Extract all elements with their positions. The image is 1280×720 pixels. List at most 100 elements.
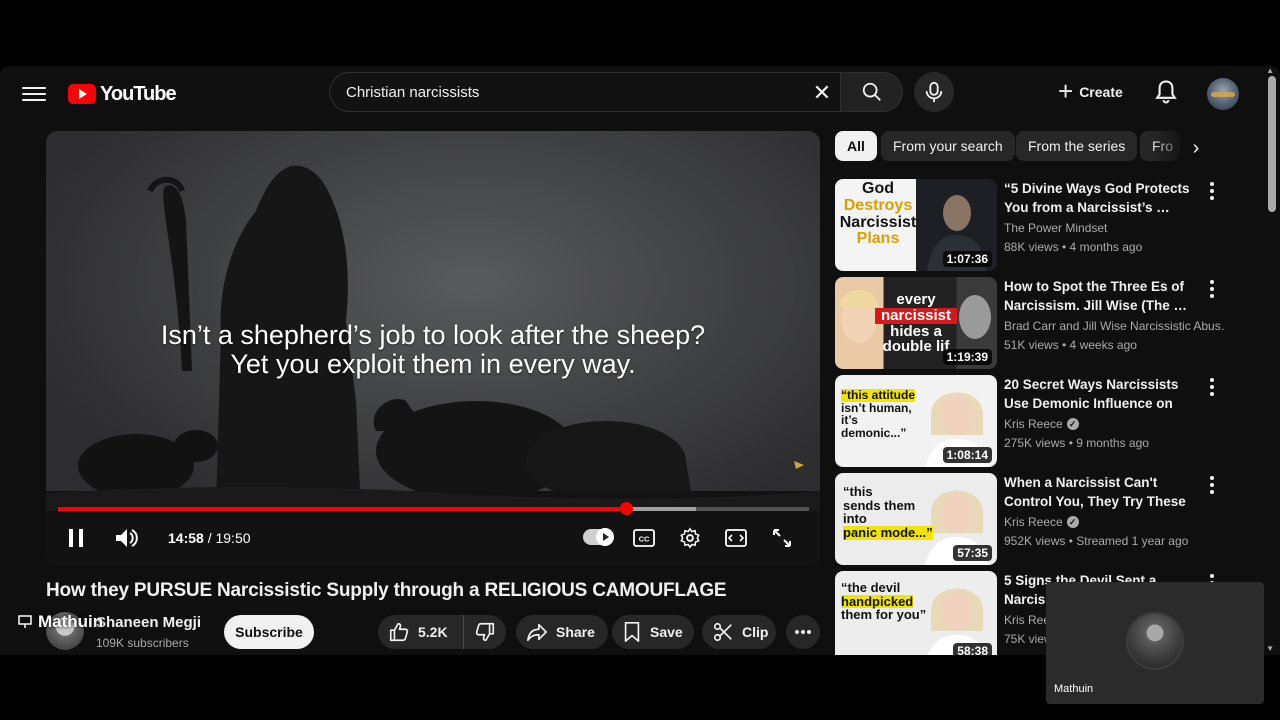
video-duration: 57:35 <box>953 545 992 561</box>
related-video[interactable]: God Destroys Narcissist Plans 1:07:36 “5… <box>835 179 1225 271</box>
clip-button[interactable]: Clip <box>702 615 776 649</box>
subtitle-line-1: Isn’t a shepherd’s job to look after the… <box>160 320 706 350</box>
autoplay-toggle[interactable] <box>583 528 614 546</box>
like-count: 5.2K <box>418 624 448 640</box>
subtitle-line-2: Yet you exploit them in every way. <box>230 349 636 379</box>
video-thumbnail[interactable]: “this sends them into panic mode...” 57:… <box>835 473 997 565</box>
thumbs-up-icon <box>389 622 409 642</box>
related-video[interactable]: “this attitude isn’t human, it’s demonic… <box>835 375 1225 467</box>
related-video[interactable]: “this sends them into panic mode...” 57:… <box>835 473 1225 565</box>
menu-icon[interactable] <box>22 83 46 103</box>
search-input[interactable] <box>346 83 806 101</box>
thumb-text: panic mode...” <box>843 524 933 540</box>
video-duration: 58:38 <box>953 643 992 655</box>
pause-button[interactable] <box>64 526 88 550</box>
related-channel[interactable]: Brad Carr and Jill Wise Narcissistic Abu… <box>1004 319 1224 333</box>
presenter-overlay: Mathuin <box>18 612 103 632</box>
video-thumbnail[interactable]: every narcissist hides a double lif 1:19… <box>835 277 997 369</box>
related-title[interactable]: 20 Secret Ways Narcissists Use Demonic I… <box>1004 375 1196 413</box>
svg-text:CC: CC <box>639 535 650 544</box>
autoplay-play-icon <box>596 528 614 546</box>
presenter-name: Mathuin <box>38 612 104 631</box>
verified-icon: ✓ <box>1066 418 1079 430</box>
related-video[interactable]: every narcissist hides a double lif 1:19… <box>835 277 1225 369</box>
account-avatar[interactable] <box>1207 78 1239 110</box>
dislike-button[interactable] <box>464 615 506 649</box>
search-button[interactable] <box>841 72 903 112</box>
webcam-avatar <box>1126 612 1184 670</box>
time-total: 19:50 <box>215 530 251 546</box>
thumb-text: “the devil <box>841 580 901 595</box>
scrollbar-thumb[interactable] <box>1268 76 1276 212</box>
thumb-text: Plans <box>856 230 900 248</box>
notifications-button[interactable] <box>1152 78 1180 106</box>
thumb-text: every <box>896 291 936 308</box>
chevron-right-icon[interactable]: › <box>1182 134 1210 162</box>
related-channel-name: The Power Mindset <box>1004 221 1108 235</box>
video-duration: 1:08:14 <box>942 447 992 463</box>
clip-label: Clip <box>742 624 769 640</box>
chip-from-your-search[interactable]: From your search <box>881 131 1015 161</box>
search-bar: ✕ <box>329 72 903 112</box>
scissors-icon <box>713 622 732 642</box>
more-actions-button[interactable] <box>786 615 820 649</box>
fullscreen-icon <box>773 529 791 547</box>
thumb-text: sends them <box>843 497 916 513</box>
more-horizontal-icon <box>795 630 811 634</box>
theater-mode-button[interactable] <box>724 526 748 550</box>
more-vertical-icon[interactable] <box>1206 377 1218 397</box>
save-button[interactable]: Save <box>612 615 694 649</box>
share-label: Share <box>556 624 595 640</box>
thumb-text: Narcissist <box>839 213 917 231</box>
bell-icon <box>1155 80 1177 104</box>
youtube-logo[interactable]: YouTube <box>68 82 177 106</box>
plus-icon: + <box>1058 75 1074 106</box>
captions-button[interactable]: CC <box>632 526 656 550</box>
thumb-text: God <box>862 180 894 197</box>
volume-button[interactable] <box>112 526 140 550</box>
fullscreen-button[interactable] <box>770 526 794 550</box>
thumb-text: “this attitude <box>841 388 915 402</box>
video-player[interactable]: Isn’t a shepherd’s job to look after the… <box>46 131 820 566</box>
more-vertical-icon[interactable] <box>1206 475 1218 495</box>
scroll-up-arrow[interactable]: ▲ <box>1266 66 1274 75</box>
gear-icon <box>680 527 700 549</box>
subscribe-button[interactable]: Subscribe <box>224 615 314 649</box>
related-title[interactable]: When a Narcissist Can't Control You, The… <box>1004 473 1196 511</box>
more-vertical-icon[interactable] <box>1206 279 1218 299</box>
thumb-text: hides a <box>890 322 942 340</box>
related-channel[interactable]: The Power Mindset <box>1004 221 1224 235</box>
chip-all[interactable]: All <box>835 131 877 161</box>
progress-scrubber[interactable] <box>619 502 633 515</box>
video-subtitles: Isn’t a shepherd’s job to look after the… <box>46 321 820 379</box>
related-meta: 275K views • 9 months ago <box>1004 436 1149 450</box>
monitor-icon <box>18 615 32 628</box>
related-meta: 88K views • 4 months ago <box>1004 240 1143 254</box>
time-separator: / <box>203 530 216 546</box>
related-title[interactable]: How to Spot the Three Es of Narcissism. … <box>1004 277 1196 315</box>
video-thumbnail[interactable]: God Destroys Narcissist Plans 1:07:36 <box>835 179 997 271</box>
related-title[interactable]: “5 Divine Ways God Protects You from a N… <box>1004 179 1196 217</box>
thumb-text: it’s demonic...” <box>841 413 907 440</box>
more-vertical-icon[interactable] <box>1206 181 1218 201</box>
settings-button[interactable] <box>678 526 702 550</box>
verified-icon: ✓ <box>1066 516 1079 528</box>
video-thumbnail[interactable]: “this attitude isn’t human, it’s demonic… <box>835 375 997 467</box>
like-button[interactable]: 5.2K <box>378 615 464 649</box>
video-title: How they PURSUE Narcissistic Supply thro… <box>46 580 727 601</box>
share-button[interactable]: Share <box>516 615 608 649</box>
voice-search-button[interactable] <box>914 72 954 112</box>
thumb-text: into <box>843 511 867 527</box>
related-channel[interactable]: Kris Reece ✓ <box>1004 515 1224 529</box>
theater-mode-icon <box>725 529 747 547</box>
clear-search-icon[interactable]: ✕ <box>810 80 834 105</box>
progress-played <box>58 507 626 511</box>
related-channel[interactable]: Kris Reece ✓ <box>1004 417 1224 431</box>
scroll-down-arrow[interactable]: ▼ <box>1266 644 1274 653</box>
microphone-icon <box>925 81 943 103</box>
chip-from-the-series[interactable]: From the series <box>1016 131 1138 161</box>
progress-bar[interactable] <box>58 502 809 515</box>
channel-name[interactable]: Shaneen Megji <box>96 614 201 631</box>
create-button[interactable]: + Create <box>1048 74 1137 110</box>
video-thumbnail[interactable]: “the devil handpicked them for you” 58:3… <box>835 571 997 655</box>
